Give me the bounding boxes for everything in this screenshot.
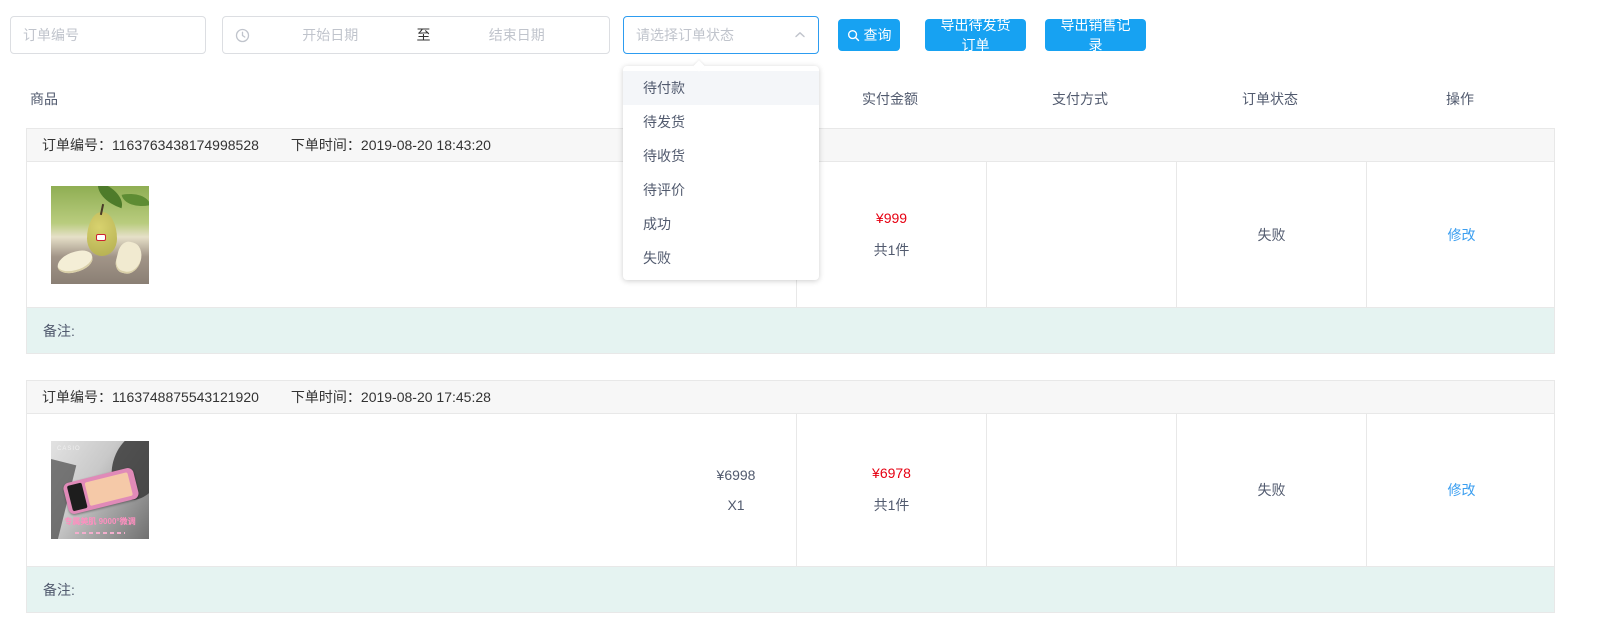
pay-method-cell (986, 414, 1176, 566)
product-image-brand: CASIO (57, 446, 81, 452)
order-number-input[interactable] (10, 16, 206, 54)
start-date-field[interactable]: 开始日期 (250, 25, 411, 45)
paid-count: 共1件 (874, 495, 910, 515)
quantity: X1 (727, 497, 744, 513)
order-number-value: 1163748875543121920 (112, 389, 259, 405)
export-pending-orders-button[interactable]: 导出待发货订单 (925, 19, 1026, 51)
order-number-label: 订单编号： (42, 135, 112, 155)
status-option-failed[interactable]: 失败 (623, 241, 819, 275)
order-body-row: CASIO 专属美肌 9000°微调 ¥6998 X1 ¥6978 共1件 失败 (27, 414, 1554, 566)
order-card: 订单编号：1163748875543121920 下单时间：2019-08-20… (26, 380, 1555, 613)
order-status: 失败 (1258, 225, 1286, 245)
paid-amount-cell: ¥6978 共1件 (796, 414, 986, 566)
actions-cell: 修改 (1366, 414, 1556, 566)
order-number-label: 订单编号： (42, 387, 112, 407)
remark-row: 备注: (27, 307, 1554, 353)
paid-amount: ¥999 (876, 210, 907, 226)
status-option-success[interactable]: 成功 (623, 207, 819, 241)
pay-method-cell (986, 162, 1176, 307)
filter-toolbar: 开始日期 至 结束日期 请选择订单状态 查询 导出待发货订单 导出销售记录 待付… (0, 0, 1603, 70)
paid-amount-cell: ¥999 共1件 (796, 162, 986, 307)
order-status-cell: 失败 (1176, 414, 1366, 566)
remark-label: 备注: (43, 580, 75, 600)
order-status: 失败 (1258, 480, 1286, 500)
order-time-label: 下单时间： (291, 135, 361, 155)
modify-link[interactable]: 修改 (1448, 480, 1476, 500)
search-button[interactable]: 查询 (838, 19, 900, 51)
header-paid-amount: 实付金额 (795, 89, 985, 109)
end-date-field[interactable]: 结束日期 (437, 25, 598, 45)
order-status-select-placeholder: 请选择订单状态 (636, 25, 794, 45)
order-time-value: 2019-08-20 17:45:28 (361, 389, 491, 405)
date-range-picker[interactable]: 开始日期 至 结束日期 (222, 16, 610, 54)
product-image-pear (51, 186, 149, 284)
export-sales-records-button[interactable]: 导出销售记录 (1045, 19, 1146, 51)
order-status-select[interactable]: 请选择订单状态 (623, 16, 819, 54)
order-time-label: 下单时间： (291, 387, 361, 407)
order-time-value: 2019-08-20 18:43:20 (361, 137, 491, 153)
order-number-value: 1163763438174998528 (112, 137, 259, 153)
header-order-status: 订单状态 (1175, 89, 1365, 109)
price-qty-cell: ¥6998 X1 (676, 414, 796, 566)
remark-label: 备注: (43, 321, 75, 341)
header-actions: 操作 (1365, 89, 1555, 109)
product-image-camera: CASIO 专属美肌 9000°微调 (51, 441, 149, 539)
modify-link[interactable]: 修改 (1448, 225, 1476, 245)
product-cell: CASIO 专属美肌 9000°微调 (27, 414, 676, 566)
product-cell (27, 162, 676, 307)
magnifier-icon (847, 29, 860, 42)
paid-amount: ¥6978 (872, 465, 911, 481)
actions-cell: 修改 (1366, 162, 1556, 307)
chevron-up-icon (794, 29, 806, 41)
header-pay-method: 支付方式 (985, 89, 1175, 109)
paid-count: 共1件 (874, 240, 910, 260)
order-header: 订单编号：1163748875543121920 下单时间：2019-08-20… (27, 381, 1554, 414)
order-status-cell: 失败 (1176, 162, 1366, 307)
header-product: 商品 (26, 89, 675, 109)
status-option-pending-shipment[interactable]: 待发货 (623, 105, 819, 139)
search-button-label: 查询 (864, 25, 892, 45)
order-status-dropdown: 待付款 待发货 待收货 待评价 成功 失败 (623, 66, 819, 280)
status-option-pending-review[interactable]: 待评价 (623, 173, 819, 207)
product-image-caption: 专属美肌 9000°微调 (51, 516, 149, 527)
unit-price: ¥6998 (717, 467, 756, 483)
remark-row: 备注: (27, 566, 1554, 612)
status-option-pending-payment[interactable]: 待付款 (623, 71, 819, 105)
clock-icon (235, 28, 250, 43)
date-range-separator: 至 (411, 25, 437, 45)
status-option-pending-receipt[interactable]: 待收货 (623, 139, 819, 173)
